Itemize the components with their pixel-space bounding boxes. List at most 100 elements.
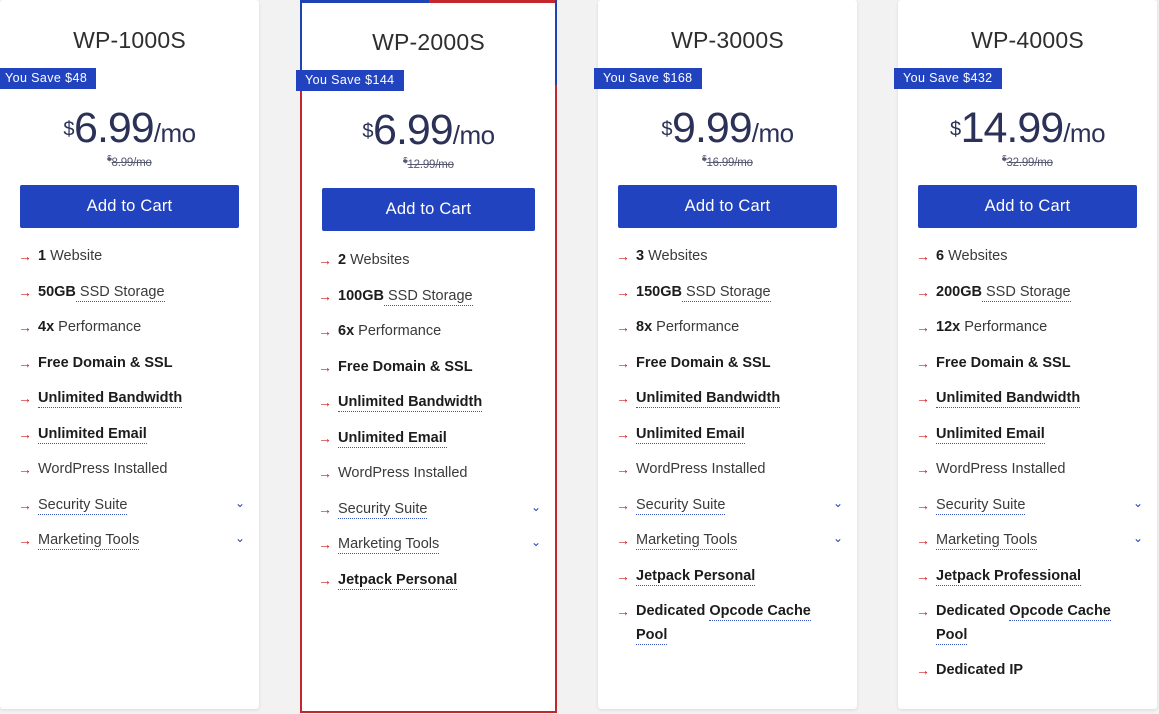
pricing-plans-grid: WP-1000S You Save $48 $6.99/mo $8.99/mo Add …: [0, 0, 1159, 714]
add-to-cart-button[interactable]: Add to Cart: [918, 185, 1137, 229]
arrow-right-icon: →: [916, 319, 930, 336]
feature-name: SSD Storage: [75, 283, 165, 302]
add-to-cart-button[interactable]: Add to Cart: [618, 185, 837, 229]
feature-item: → WordPress Installed: [616, 458, 843, 481]
feature-name: Unlimited Email: [338, 429, 447, 448]
arrow-right-icon: →: [318, 394, 332, 411]
feature-label: 6x Performance: [338, 320, 541, 343]
feature-name: SSD Storage: [981, 283, 1071, 302]
feature-name: Unlimited Bandwidth: [636, 390, 781, 409]
feature-label: Free Domain & SSL: [936, 352, 1143, 375]
arrow-right-icon: →: [318, 465, 332, 482]
feature-label: WordPress Installed: [936, 458, 1143, 481]
feature-item: → Dedicated IP: [916, 659, 1143, 682]
original-price: $32.99/mo: [898, 154, 1157, 169]
feature-value: 100GB: [338, 287, 384, 304]
feature-label: 100GB SSD Storage: [338, 285, 541, 308]
arrow-right-icon: →: [916, 354, 930, 371]
feature-item[interactable]: → Marketing Tools ⌄: [916, 529, 1143, 552]
chevron-down-icon[interactable]: ⌄: [1125, 529, 1143, 547]
feature-label: Dedicated Opcode Cache Pool: [936, 600, 1143, 647]
arrow-right-icon: →: [616, 354, 630, 371]
feature-label: Unlimited Email: [38, 423, 245, 446]
feature-label: 12x Performance: [936, 316, 1143, 339]
arrow-right-icon: →: [318, 358, 332, 375]
arrow-right-icon: →: [616, 532, 630, 549]
feature-value: 6x: [338, 323, 355, 340]
feature-name: Security Suite: [636, 496, 726, 515]
feature-label: Jetpack Personal: [338, 569, 541, 592]
feature-name: Website: [46, 248, 103, 265]
feature-name: SSD Storage: [383, 287, 473, 306]
price-amount: 14.99: [960, 103, 1065, 152]
plan-title: WP-2000S: [372, 29, 485, 55]
arrow-right-icon: →: [318, 429, 332, 446]
add-to-cart-button[interactable]: Add to Cart: [20, 185, 239, 229]
price-period: /mo: [751, 117, 794, 148]
feature-label: Dedicated Opcode Cache Pool: [636, 600, 843, 647]
feature-value: 6: [936, 248, 945, 265]
add-to-cart-button[interactable]: Add to Cart: [322, 188, 535, 232]
feature-item: → 6 Websites: [916, 245, 1143, 268]
feature-item: → Jetpack Personal: [318, 569, 541, 592]
feature-item: → Free Domain & SSL: [18, 352, 245, 375]
plan-title: WP-1000S: [73, 27, 186, 53]
arrow-right-icon: →: [18, 354, 32, 371]
feature-name: Jetpack Professional: [936, 567, 1082, 586]
cta-wrapper: Add to Cart: [598, 185, 857, 229]
feature-name: Performance: [354, 323, 442, 340]
feature-item: → 200GB SSD Storage: [916, 281, 1143, 304]
chevron-down-icon[interactable]: ⌄: [825, 494, 843, 512]
feature-label: Jetpack Personal: [636, 565, 843, 588]
feature-item[interactable]: → Security Suite ⌄: [616, 494, 843, 517]
feature-value: 200GB: [936, 283, 982, 300]
feature-name: WordPress Installed: [636, 461, 766, 478]
feature-item: → 150GB SSD Storage: [616, 281, 843, 304]
current-price: $6.99/mo: [63, 106, 196, 150]
feature-value: Dedicated: [936, 603, 1010, 620]
original-price-amount: 12.99/mo: [407, 158, 454, 171]
feature-item[interactable]: → Security Suite ⌄: [318, 498, 541, 521]
save-badge-row: You Save $48: [0, 67, 259, 89]
feature-name: Unlimited Email: [38, 425, 147, 444]
feature-value: 1: [38, 248, 47, 265]
feature-item: → WordPress Installed: [18, 458, 245, 481]
chevron-down-icon[interactable]: ⌄: [227, 529, 245, 547]
feature-item: → 1 Website: [18, 245, 245, 268]
save-badge-row: You Save $432: [894, 67, 1157, 89]
feature-item[interactable]: → Security Suite ⌄: [18, 494, 245, 517]
feature-label: Marketing Tools: [38, 529, 227, 552]
feature-label: 150GB SSD Storage: [636, 281, 843, 304]
feature-label: Security Suite: [636, 494, 825, 517]
chevron-down-icon[interactable]: ⌄: [227, 494, 245, 512]
feature-label: Unlimited Email: [636, 423, 843, 446]
chevron-down-icon[interactable]: ⌄: [825, 529, 843, 547]
feature-item[interactable]: → Marketing Tools ⌄: [18, 529, 245, 552]
original-price-amount: 16.99/mo: [706, 156, 753, 169]
arrow-right-icon: →: [916, 248, 930, 265]
price-amount: 9.99: [672, 103, 753, 152]
feature-item[interactable]: → Security Suite ⌄: [916, 494, 1143, 517]
feature-name: Security Suite: [338, 500, 428, 519]
arrow-right-icon: →: [616, 461, 630, 478]
cta-wrapper: Add to Cart: [302, 188, 555, 232]
feature-label: Free Domain & SSL: [338, 356, 541, 379]
feature-name: Performance: [54, 319, 142, 336]
feature-value: 8x: [636, 319, 653, 336]
feature-item: → Unlimited Email: [18, 423, 245, 446]
currency-symbol: $: [63, 118, 75, 141]
arrow-right-icon: →: [916, 662, 930, 679]
save-badge: You Save $168: [594, 67, 702, 89]
feature-name: Dedicated IP: [936, 662, 1024, 679]
feature-item[interactable]: → Marketing Tools ⌄: [318, 533, 541, 556]
feature-item: → 6x Performance: [318, 320, 541, 343]
chevron-down-icon[interactable]: ⌄: [1125, 494, 1143, 512]
arrow-right-icon: →: [18, 532, 32, 549]
feature-list: → 6 Websites → 200GB SSD Storage → 12x Perfor…: [898, 245, 1157, 682]
feature-value: 3: [636, 248, 645, 265]
chevron-down-icon[interactable]: ⌄: [523, 498, 541, 516]
chevron-down-icon[interactable]: ⌄: [523, 533, 541, 551]
top-bar-red-segment: [428, 0, 557, 3]
pricing-card: WP-1000S You Save $48 $6.99/mo $8.99/mo Add …: [0, 0, 259, 709]
feature-item[interactable]: → Marketing Tools ⌄: [616, 529, 843, 552]
